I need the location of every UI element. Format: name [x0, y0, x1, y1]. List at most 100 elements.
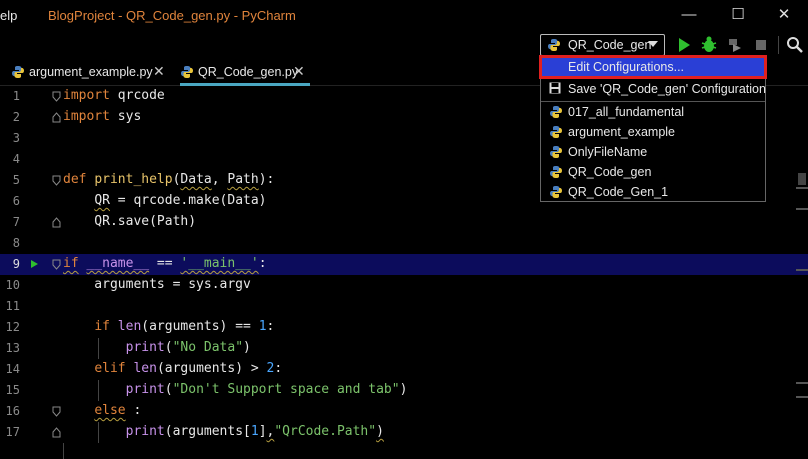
chevron-down-icon: [648, 41, 658, 47]
menu-item-label: QR_Code_gen: [568, 165, 652, 179]
line-number: 13: [5, 341, 20, 355]
code-text: QR.save(Path): [63, 214, 197, 229]
python-file-icon: [12, 66, 24, 78]
line-number: 5: [12, 173, 20, 187]
line-number: 14: [5, 362, 20, 376]
search-icon[interactable]: [785, 35, 805, 55]
code-text: QR = qrcode.make(Data): [94, 193, 267, 208]
code-text: print("No Data"): [125, 340, 251, 355]
menu-item-save-configuration[interactable]: Save 'QR_Code_gen' Configuration: [541, 79, 766, 99]
menu-item-label: OnlyFileName: [568, 145, 648, 159]
close-window-button[interactable]: ✕: [771, 4, 797, 26]
python-icon: [548, 39, 560, 51]
menu-item-config[interactable]: OnlyFileName: [541, 142, 765, 162]
line-number: 4: [12, 152, 20, 166]
indent-guide: [63, 443, 64, 459]
code-text: elif len(arguments) > 2:: [94, 361, 283, 376]
tab-qr-code-gen[interactable]: QR_Code_gen.py ✕: [180, 58, 310, 86]
line-number: 17: [5, 425, 20, 439]
menu-help[interactable]: elp: [0, 8, 17, 23]
menu-item-config[interactable]: argument_example: [541, 122, 765, 142]
code-line[interactable]: 13 print("No Data"): [0, 338, 808, 359]
tab-label: argument_example.py: [29, 65, 153, 79]
python-icon: [550, 126, 562, 138]
maximize-button[interactable]: ☐: [725, 4, 751, 26]
menu-item-label: argument_example: [568, 125, 676, 139]
indent-guide: [98, 338, 99, 359]
line-number: 8: [12, 236, 20, 250]
code-text: import sys: [63, 109, 142, 124]
toolbar-divider: [778, 36, 779, 54]
line-number: 12: [5, 320, 20, 334]
code-line[interactable]: 11: [0, 296, 808, 317]
stop-icon[interactable]: [751, 35, 771, 55]
fold-icon[interactable]: [52, 406, 61, 417]
stripe-marker[interactable]: [796, 396, 808, 398]
line-number: 6: [12, 194, 20, 208]
fold-icon[interactable]: [52, 175, 61, 186]
python-icon: [550, 166, 562, 178]
code-line[interactable]: 7 QR.save(Path): [0, 212, 808, 233]
line-number: 10: [5, 278, 20, 292]
fold-icon[interactable]: [52, 217, 61, 228]
python-icon: [550, 186, 562, 198]
code-text: arguments = sys.argv: [63, 277, 251, 292]
stripe-marker[interactable]: [796, 187, 808, 189]
debug-icon[interactable]: [699, 35, 719, 55]
run-configuration-menu: Edit Configurations... Save 'QR_Code_gen…: [539, 55, 767, 202]
minimize-button[interactable]: —: [676, 4, 702, 26]
python-icon: [550, 106, 562, 118]
code-line-current[interactable]: 9 if __name__ == '__main__':: [0, 254, 808, 275]
save-icon: [549, 82, 561, 94]
code-line[interactable]: 17 print(arguments[1],"QrCode.Path"): [0, 422, 808, 443]
coverage-icon[interactable]: [725, 35, 745, 55]
menu-item-label: QR_Code_Gen_1: [568, 185, 669, 199]
line-number: 7: [12, 215, 20, 229]
code-text: print("Don't Support space and tab"): [125, 382, 408, 397]
stripe-marker[interactable]: [796, 269, 808, 271]
code-line[interactable]: 15 print("Don't Support space and tab"): [0, 380, 808, 401]
run-icon[interactable]: [674, 35, 694, 55]
code-line[interactable]: 14 elif len(arguments) > 2:: [0, 359, 808, 380]
stripe-marker[interactable]: [796, 208, 808, 210]
scrollbar-thumb[interactable]: [798, 173, 806, 185]
stripe-marker[interactable]: [796, 382, 808, 384]
python-icon: [550, 146, 562, 158]
menu-item-label: 017_all_fundamental: [568, 105, 685, 119]
line-number: 16: [5, 404, 20, 418]
indent-guide: [98, 422, 99, 443]
code-line[interactable]: 10 arguments = sys.argv: [0, 275, 808, 296]
fold-icon[interactable]: [52, 259, 61, 270]
code-text: if len(arguments) == 1:: [94, 319, 275, 334]
python-file-icon: [181, 66, 193, 78]
line-number: 1: [12, 89, 20, 103]
fold-icon[interactable]: [52, 427, 61, 438]
tab-label: QR_Code_gen.py: [198, 65, 299, 79]
window-title: BlogProject - QR_Code_gen.py - PyCharm: [48, 8, 296, 23]
line-number: 3: [12, 131, 20, 145]
code-text: if __name__ == '__main__':: [63, 256, 267, 271]
fold-icon[interactable]: [52, 112, 61, 123]
fold-icon[interactable]: [52, 91, 61, 102]
run-gutter-icon[interactable]: [30, 259, 39, 269]
close-tab-icon[interactable]: ✕: [293, 63, 305, 80]
code-text: print(arguments[1],"QrCode.Path"): [125, 424, 384, 439]
tab-argument-example[interactable]: argument_example.py ✕: [11, 58, 171, 86]
menu-item-config[interactable]: QR_Code_gen: [541, 162, 765, 182]
code-text: def print_help(Data, Path):: [63, 172, 275, 187]
run-configuration-label: QR_Code_gen: [568, 38, 652, 52]
line-number: 9: [12, 257, 20, 271]
menu-item-config[interactable]: 017_all_fundamental: [541, 102, 765, 122]
code-line[interactable]: 16 else :: [0, 401, 808, 422]
menu-item-label: Edit Configurations...: [568, 60, 685, 74]
menu-item-label: Save 'QR_Code_gen' Configuration: [568, 82, 766, 96]
code-line[interactable]: 8: [0, 233, 808, 254]
close-tab-icon[interactable]: ✕: [153, 63, 165, 80]
run-configuration-select[interactable]: QR_Code_gen: [540, 34, 665, 56]
toolbar: QR_Code_gen: [0, 32, 808, 58]
menu-item-config[interactable]: QR_Code_Gen_1: [541, 182, 765, 202]
code-line[interactable]: 12 if len(arguments) == 1:: [0, 317, 808, 338]
line-number: 15: [5, 383, 20, 397]
menu-item-edit-configurations[interactable]: Edit Configurations...: [539, 55, 767, 79]
title-bar: elp BlogProject - QR_Code_gen.py - PyCha…: [0, 0, 808, 32]
